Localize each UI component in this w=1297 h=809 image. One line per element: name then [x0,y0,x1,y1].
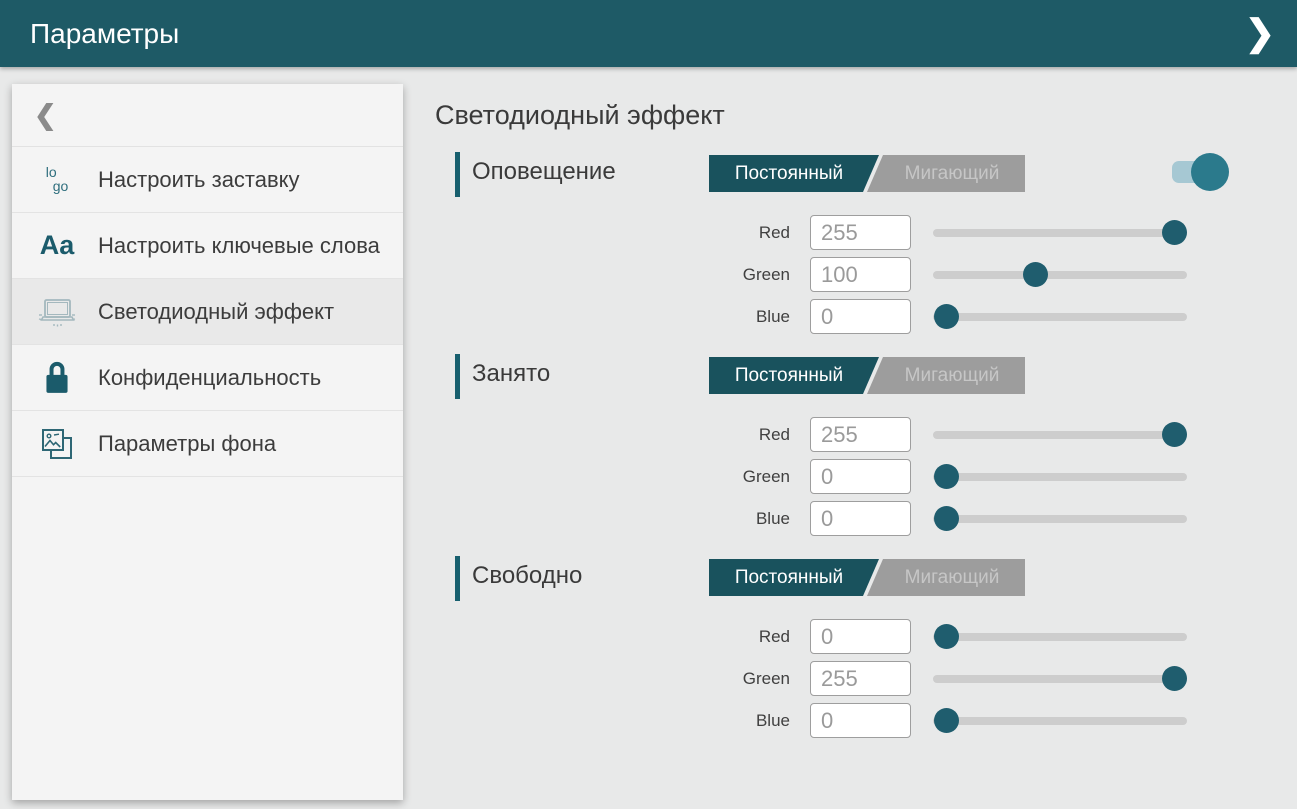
lock-icon [26,360,88,396]
section-title: Оповещение [472,158,616,186]
main-title: Светодиодный эффект [435,100,725,131]
forward-chevron-icon[interactable]: ❯ [1245,10,1275,56]
mode-switch: Постоянный Мигающий [709,559,1025,596]
blue-slider[interactable] [933,708,1187,734]
sidebar-item-label: Настроить заставку [98,167,300,193]
red-value-input[interactable] [810,215,911,250]
slider-track [933,431,1187,439]
blue-value-input[interactable] [810,703,911,738]
sidebar-item-privacy[interactable]: Конфиденциальность [12,345,403,411]
blue-value-input[interactable] [810,299,911,334]
rgb-row-green: Green [455,661,1245,697]
rgb-row-blue: Blue [455,501,1245,537]
sidebar-collapse-button[interactable]: ❮ [12,84,403,147]
slider-thumb[interactable] [934,708,959,733]
slider-track [933,717,1187,725]
back-chevron-icon: ❮ [34,100,57,131]
rgb-row-blue: Blue [455,703,1245,739]
red-value-input[interactable] [810,619,911,654]
logo-text-icon: lo go [26,166,88,193]
app-header: Параметры ❯ [0,0,1297,67]
sidebar-item-splash-screen[interactable]: lo go Настроить заставку [12,147,403,213]
green-value-input[interactable] [810,459,911,494]
rgb-row-red: Red [455,619,1245,655]
green-slider[interactable] [933,464,1187,490]
images-icon [26,425,88,463]
green-value-input[interactable] [810,661,911,696]
rgb-row-green: Green [455,459,1245,495]
blue-slider[interactable] [933,506,1187,532]
sidebar-item-keywords[interactable]: Aa Настроить ключевые слова [12,213,403,279]
rgb-label: Green [650,265,790,285]
section-accent-bar [455,354,460,399]
rgb-label: Red [650,627,790,647]
blue-slider[interactable] [933,304,1187,330]
led-section-notification: Оповещение Постоянный Мигающий Red Green… [455,150,1245,345]
mode-constant-segment[interactable]: Постоянный [709,155,879,192]
slider-thumb[interactable] [1162,220,1187,245]
section-accent-bar [455,152,460,197]
rgb-label: Red [650,223,790,243]
section-title: Свободно [472,562,582,590]
slider-track [933,271,1187,279]
section-title: Занято [472,360,550,388]
slider-thumb[interactable] [934,304,959,329]
slider-track [933,515,1187,523]
slider-track [933,633,1187,641]
rgb-label: Red [650,425,790,445]
section-accent-bar [455,556,460,601]
slider-thumb[interactable] [1162,422,1187,447]
slider-thumb[interactable] [934,464,959,489]
mode-blinking-segment[interactable]: Мигающий [867,559,1025,596]
mode-blinking-segment[interactable]: Мигающий [867,357,1025,394]
slider-track [933,675,1187,683]
sidebar-item-background-options[interactable]: Параметры фона [12,411,403,477]
slider-track [933,229,1187,237]
sidebar: ❮ lo go Настроить заставку Aa Настроить … [12,84,403,800]
slider-thumb[interactable] [1023,262,1048,287]
sidebar-item-label: Параметры фона [98,431,276,457]
rgb-label: Green [650,467,790,487]
slider-thumb[interactable] [934,624,959,649]
rgb-row-blue: Blue [455,299,1245,335]
slider-track [933,473,1187,481]
blue-value-input[interactable] [810,501,911,536]
rgb-label: Blue [650,711,790,731]
mode-blinking-segment[interactable]: Мигающий [867,155,1025,192]
section-enable-toggle[interactable] [1172,153,1232,191]
green-slider[interactable] [933,666,1187,692]
rgb-label: Green [650,669,790,689]
mode-constant-segment[interactable]: Постоянный [709,559,879,596]
led-section-busy: Занято Постоянный Мигающий Red Green Blu… [455,352,1245,547]
rgb-row-red: Red [455,215,1245,251]
font-aa-icon: Aa [26,230,88,261]
monitor-icon [26,295,88,329]
red-slider[interactable] [933,422,1187,448]
sidebar-item-label: Светодиодный эффект [98,299,334,325]
rgb-label: Blue [650,307,790,327]
red-value-input[interactable] [810,417,911,452]
red-slider[interactable] [933,220,1187,246]
toggle-knob [1191,153,1229,191]
green-slider[interactable] [933,262,1187,288]
slider-track [933,313,1187,321]
sidebar-item-label: Конфиденциальность [98,365,321,391]
red-slider[interactable] [933,624,1187,650]
slider-thumb[interactable] [1162,666,1187,691]
mode-switch: Постоянный Мигающий [709,155,1025,192]
rgb-row-red: Red [455,417,1245,453]
sidebar-item-label: Настроить ключевые слова [98,233,380,259]
rgb-label: Blue [650,509,790,529]
led-section-free: Свободно Постоянный Мигающий Red Green B… [455,554,1245,749]
slider-thumb[interactable] [934,506,959,531]
mode-switch: Постоянный Мигающий [709,357,1025,394]
sidebar-item-led-effect[interactable]: Светодиодный эффект [12,279,403,345]
rgb-row-green: Green [455,257,1245,293]
page-title: Параметры [30,18,179,50]
mode-constant-segment[interactable]: Постоянный [709,357,879,394]
green-value-input[interactable] [810,257,911,292]
